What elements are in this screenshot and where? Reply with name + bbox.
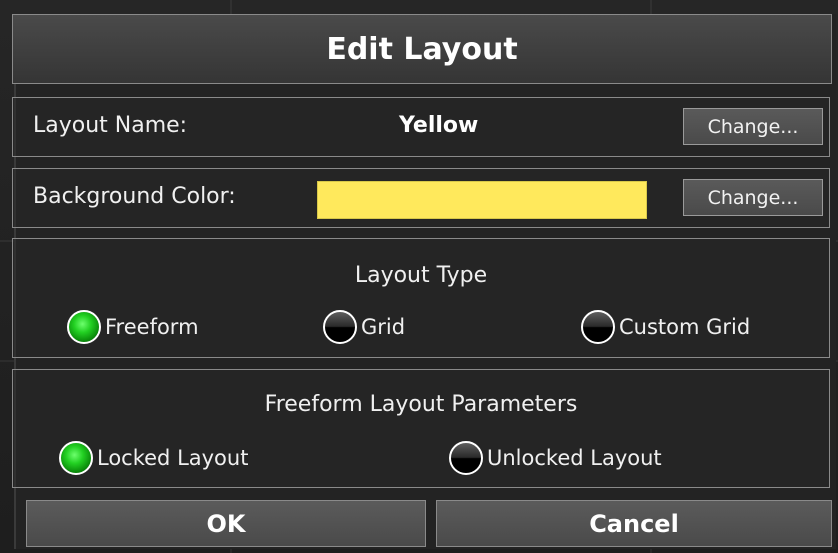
freeform-params-title: Freeform Layout Parameters <box>264 392 578 417</box>
layout-name-row: Layout Name: Yellow Change... <box>12 97 830 157</box>
dialog-title: Edit Layout <box>326 31 518 67</box>
radio-freeform-label: Freeform <box>105 315 199 339</box>
radio-unselected-icon <box>449 441 483 475</box>
radio-grid-label: Grid <box>361 315 406 339</box>
radio-grid[interactable]: Grid <box>323 310 405 344</box>
layout-type-title: Layout Type <box>354 263 488 288</box>
radio-unselected-icon <box>581 310 615 344</box>
cancel-button[interactable]: Cancel <box>436 500 832 547</box>
radio-selected-icon <box>67 310 101 344</box>
radio-freeform[interactable]: Freeform <box>67 310 199 344</box>
radio-unlocked-layout-label: Unlocked Layout <box>487 446 662 470</box>
ok-button[interactable]: OK <box>26 500 426 547</box>
background-color-row: Background Color: Change... <box>12 168 830 228</box>
layout-type-group: Layout Type Freeform Grid Custom Grid <box>12 238 830 358</box>
radio-selected-icon <box>59 441 93 475</box>
radio-unlocked-layout[interactable]: Unlocked Layout <box>449 441 662 475</box>
layout-name-value: Yellow <box>399 113 479 138</box>
change-background-color-button[interactable]: Change... <box>683 179 823 216</box>
radio-custom-grid-label: Custom Grid <box>619 315 751 339</box>
layout-name-label: Layout Name: <box>33 113 188 138</box>
dialog-title-bar: Edit Layout <box>12 14 832 84</box>
radio-locked-layout-label: Locked Layout <box>97 446 249 470</box>
radio-locked-layout[interactable]: Locked Layout <box>59 441 248 475</box>
change-layout-name-button[interactable]: Change... <box>683 108 823 145</box>
radio-custom-grid[interactable]: Custom Grid <box>581 310 750 344</box>
radio-unselected-icon <box>323 310 357 344</box>
freeform-params-group: Freeform Layout Parameters Locked Layout… <box>12 369 830 488</box>
background-color-swatch <box>317 181 647 219</box>
background-color-label: Background Color: <box>33 184 236 209</box>
